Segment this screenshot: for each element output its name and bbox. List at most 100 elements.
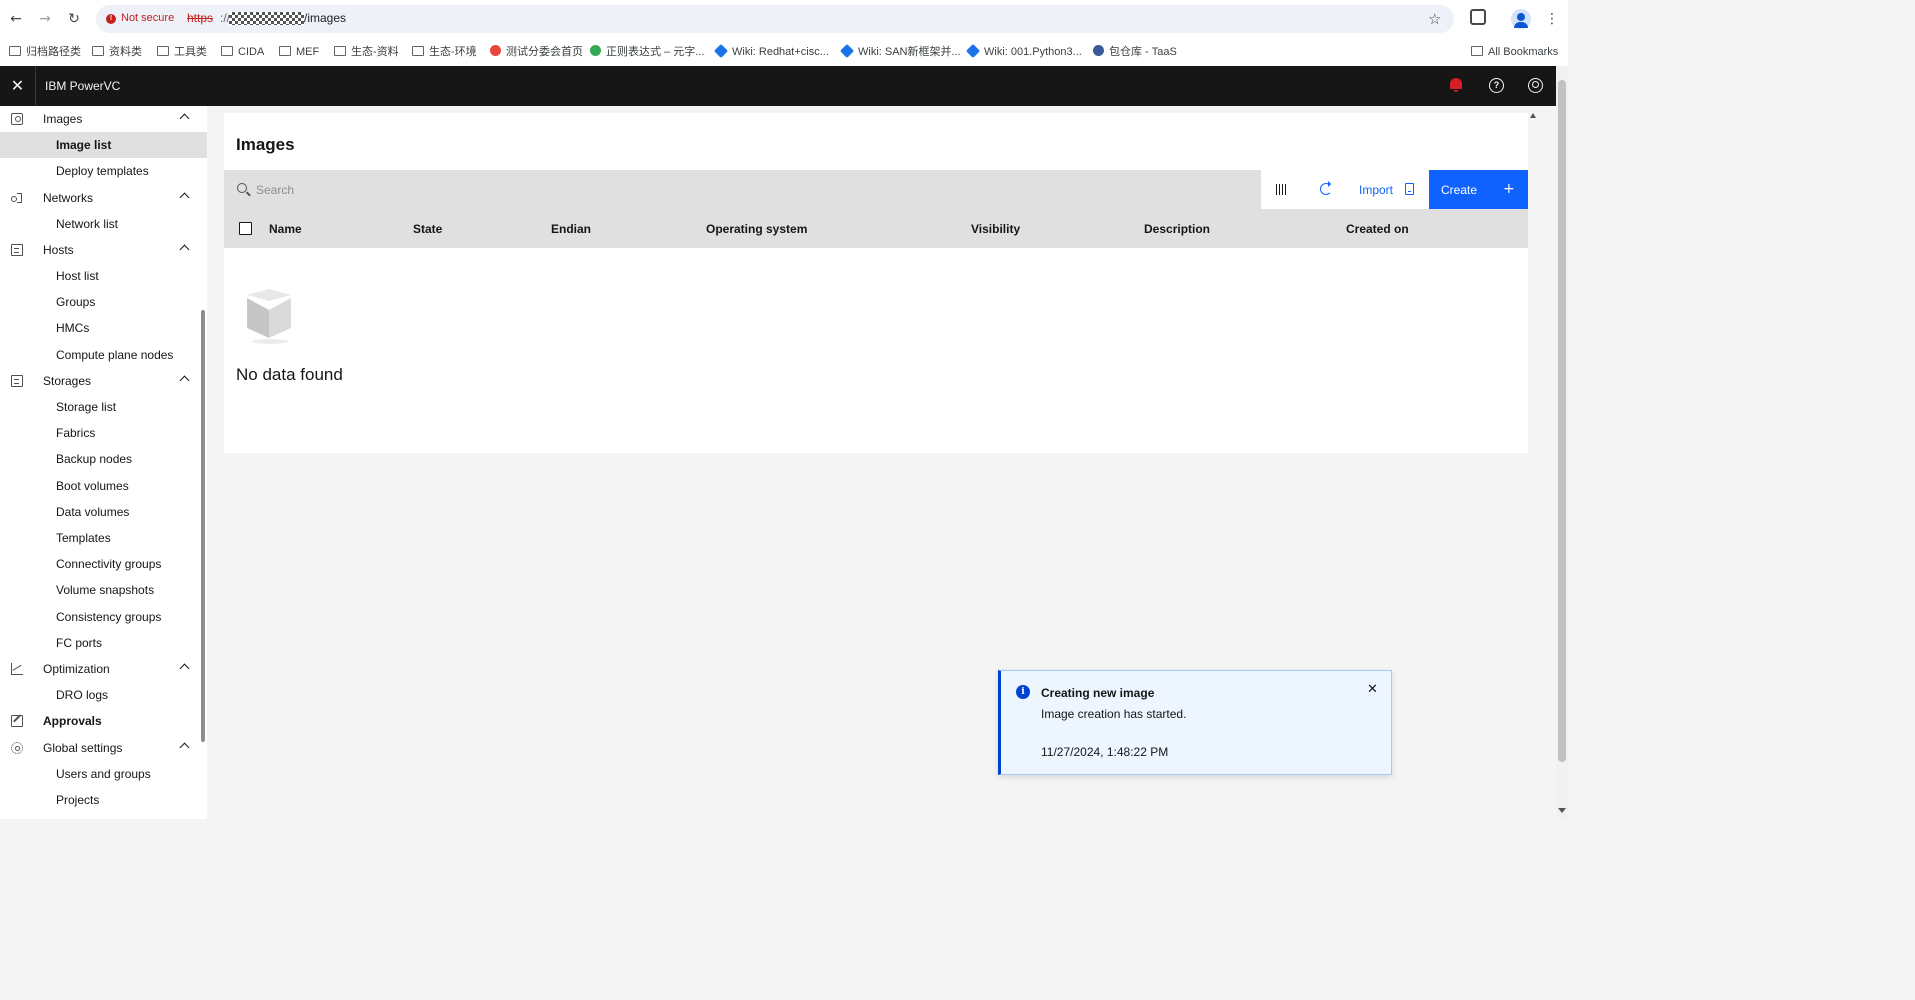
chevron-up-icon bbox=[179, 192, 190, 203]
bookmark-link[interactable]: Wiki: 001.Python3... bbox=[965, 43, 1082, 61]
nav-group-images[interactable]: Images bbox=[0, 106, 207, 132]
table-header: Name State Endian Operating system Visib… bbox=[224, 209, 1528, 248]
nav-group-optimization[interactable]: Optimization bbox=[0, 656, 207, 682]
not-secure-label[interactable]: Not secure bbox=[121, 12, 174, 24]
column-header-state[interactable]: State bbox=[413, 222, 442, 236]
extensions-icon[interactable] bbox=[1470, 9, 1486, 25]
bookmark-link[interactable]: 包仓库 - TaaS bbox=[1093, 43, 1177, 61]
nav-item-host-list[interactable]: Host list bbox=[0, 263, 207, 289]
bookmark-star-icon[interactable]: ☆ bbox=[1428, 9, 1441, 29]
folder-icon bbox=[279, 46, 291, 56]
folder-icon bbox=[157, 46, 169, 56]
url-protocol: https bbox=[187, 11, 214, 25]
nav-item-image-list[interactable]: Image list bbox=[0, 132, 207, 158]
sidenav-scrollbar[interactable] bbox=[201, 310, 205, 742]
not-secure-icon[interactable]: ! bbox=[106, 14, 116, 24]
network-icon bbox=[11, 192, 23, 204]
bookmark-folder[interactable]: MEF bbox=[279, 43, 319, 61]
browser-menu-icon[interactable]: ⋮ bbox=[1545, 9, 1559, 29]
wiki-logo-icon bbox=[839, 43, 855, 59]
app-header: ✕ IBM PowerVC ? bbox=[0, 66, 1556, 106]
toast-title: Creating new image bbox=[1041, 686, 1155, 700]
column-header-visibility[interactable]: Visibility bbox=[971, 222, 1020, 236]
back-arrow-icon[interactable]: ← bbox=[6, 9, 26, 29]
table-toolbar: Import Create + bbox=[224, 170, 1528, 209]
page-scroll-down-icon[interactable] bbox=[1558, 808, 1566, 813]
nav-item-projects[interactable]: Projects bbox=[0, 787, 207, 813]
bookmark-link[interactable]: Wiki: SAN新框架并... bbox=[839, 43, 961, 61]
bookmarks-bar: 归档路径类 资料类 工具类 CIDA MEF 生态-资料 生态-环境 测试分委会… bbox=[0, 38, 1568, 66]
create-button[interactable]: Create + bbox=[1429, 170, 1528, 209]
search-input[interactable] bbox=[256, 170, 1256, 209]
nav-item-volume-snapshots[interactable]: Volume snapshots bbox=[0, 577, 207, 603]
nav-item-storage-list[interactable]: Storage list bbox=[0, 394, 207, 420]
nav-item-deploy-templates[interactable]: Deploy templates bbox=[0, 158, 207, 184]
nav-item-templates[interactable]: Templates bbox=[0, 525, 207, 551]
chevron-up-icon bbox=[179, 244, 190, 255]
nav-item-dro-logs[interactable]: DRO logs bbox=[0, 682, 207, 708]
user-profile-icon[interactable] bbox=[1528, 78, 1543, 93]
bookmark-folder[interactable]: 归档路径类 bbox=[9, 43, 81, 61]
content-scroll-up-icon[interactable] bbox=[1530, 113, 1536, 118]
close-icon[interactable]: ✕ bbox=[1367, 683, 1378, 696]
bookmark-folder[interactable]: 生态-环境 bbox=[412, 43, 477, 61]
column-header-description[interactable]: Description bbox=[1144, 222, 1210, 236]
nav-group-global-settings[interactable]: Global settings bbox=[0, 735, 207, 761]
nav-item-compute-plane-nodes[interactable]: Compute plane nodes bbox=[0, 342, 207, 368]
chevron-up-icon bbox=[179, 742, 190, 753]
site-logo-icon bbox=[1093, 45, 1104, 56]
column-header-created-on[interactable]: Created on bbox=[1346, 222, 1409, 236]
storage-icon bbox=[11, 375, 23, 387]
nav-item-fabrics[interactable]: Fabrics bbox=[0, 420, 207, 446]
reload-icon[interactable]: ↻ bbox=[64, 9, 84, 29]
nav-item-hmcs[interactable]: HMCs bbox=[0, 315, 207, 341]
bookmark-folder[interactable]: 工具类 bbox=[157, 43, 207, 61]
nav-item-users-and-groups[interactable]: Users and groups bbox=[0, 761, 207, 787]
nav-item-boot-volumes[interactable]: Boot volumes bbox=[0, 473, 207, 499]
wiki-logo-icon bbox=[965, 43, 981, 59]
nav-item-fc-ports[interactable]: FC ports bbox=[0, 630, 207, 656]
column-header-operating-system[interactable]: Operating system bbox=[706, 222, 807, 236]
toolbar-actions bbox=[1261, 170, 1429, 209]
nav-group-hosts[interactable]: Hosts bbox=[0, 237, 207, 263]
import-document-icon[interactable] bbox=[1405, 183, 1414, 195]
nav-item-data-volumes[interactable]: Data volumes bbox=[0, 499, 207, 525]
all-bookmarks[interactable]: All Bookmarks bbox=[1471, 43, 1558, 61]
forward-arrow-icon[interactable]: → bbox=[35, 9, 55, 29]
url-path: /images bbox=[304, 11, 347, 25]
column-header-endian[interactable]: Endian bbox=[551, 222, 591, 236]
column-header-name[interactable]: Name bbox=[269, 222, 302, 236]
site-logo-icon bbox=[490, 45, 501, 56]
nav-item-network-list[interactable]: Network list bbox=[0, 211, 207, 237]
address-bar[interactable]: ! Not secure https :// /images bbox=[96, 5, 1454, 33]
bookmark-link[interactable]: 测试分委会首页 bbox=[490, 43, 583, 61]
browser-toolbar: ← → ↻ ! Not secure https :// /images ☆ ⋮ bbox=[0, 0, 1568, 38]
product-name[interactable]: IBM PowerVC bbox=[45, 79, 120, 93]
search-icon bbox=[237, 183, 247, 193]
refresh-icon[interactable] bbox=[1320, 181, 1332, 195]
bookmark-folder[interactable]: CIDA bbox=[221, 43, 264, 61]
nav-item-consistency-groups[interactable]: Consistency groups bbox=[0, 604, 207, 630]
profile-avatar-icon[interactable] bbox=[1511, 9, 1531, 29]
page-scrollbar-thumb[interactable] bbox=[1558, 80, 1566, 762]
column-settings-icon[interactable] bbox=[1276, 184, 1286, 195]
import-button[interactable]: Import bbox=[1359, 183, 1393, 197]
page-title: Images bbox=[236, 135, 295, 154]
help-icon[interactable]: ? bbox=[1489, 78, 1504, 93]
nav-item-groups[interactable]: Groups bbox=[0, 289, 207, 315]
nav-group-networks[interactable]: Networks bbox=[0, 185, 207, 211]
bookmark-folder[interactable]: 生态-资料 bbox=[334, 43, 399, 61]
close-sidenav-icon[interactable]: ✕ bbox=[0, 66, 36, 106]
toast-subtitle: Image creation has started. bbox=[1041, 707, 1187, 721]
select-all-checkbox[interactable] bbox=[239, 222, 252, 235]
nav-item-connectivity-groups[interactable]: Connectivity groups bbox=[0, 551, 207, 577]
bookmark-link[interactable]: Wiki: Redhat+cisc... bbox=[713, 43, 829, 61]
plus-icon: + bbox=[1503, 181, 1515, 197]
nav-item-approvals[interactable]: Approvals bbox=[0, 708, 207, 734]
notification-bell-icon[interactable] bbox=[1449, 78, 1463, 92]
bookmark-folder[interactable]: 资料类 bbox=[92, 43, 142, 61]
bookmark-link[interactable]: 正则表达式 – 元字... bbox=[590, 43, 704, 61]
nav-item-backup-nodes[interactable]: Backup nodes bbox=[0, 446, 207, 472]
nav-group-storages[interactable]: Storages bbox=[0, 368, 207, 394]
images-panel: Images Import Create + Name State Endian… bbox=[224, 113, 1528, 453]
